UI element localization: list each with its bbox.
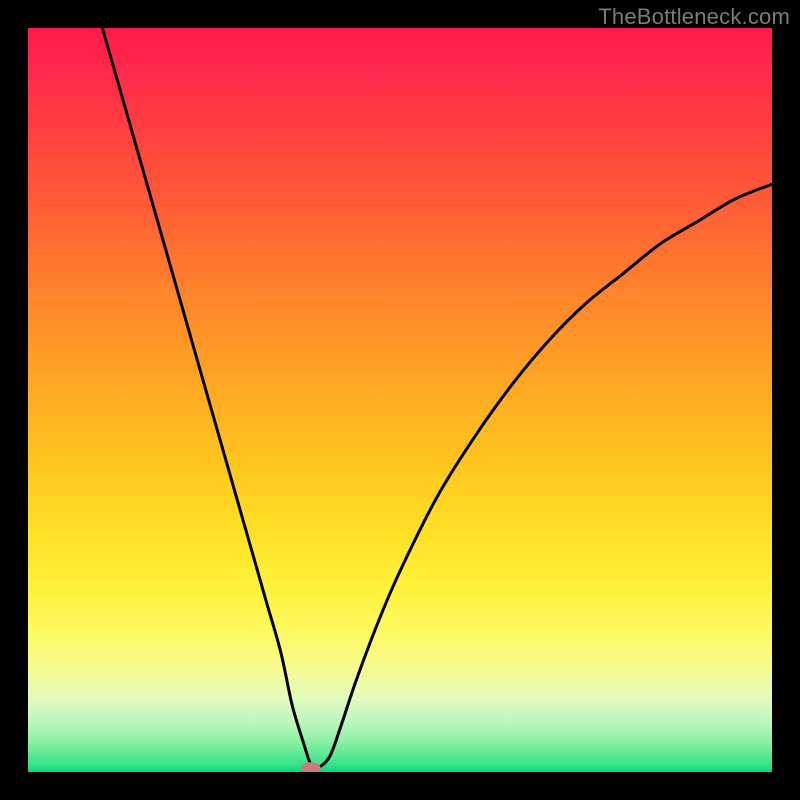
chart-frame: TheBottleneck.com — [0, 0, 800, 800]
min-marker — [301, 762, 321, 772]
chart-curve — [28, 28, 772, 772]
bottleneck-curve — [102, 28, 772, 769]
watermark-text: TheBottleneck.com — [598, 4, 790, 30]
chart-plot-area — [28, 28, 772, 772]
